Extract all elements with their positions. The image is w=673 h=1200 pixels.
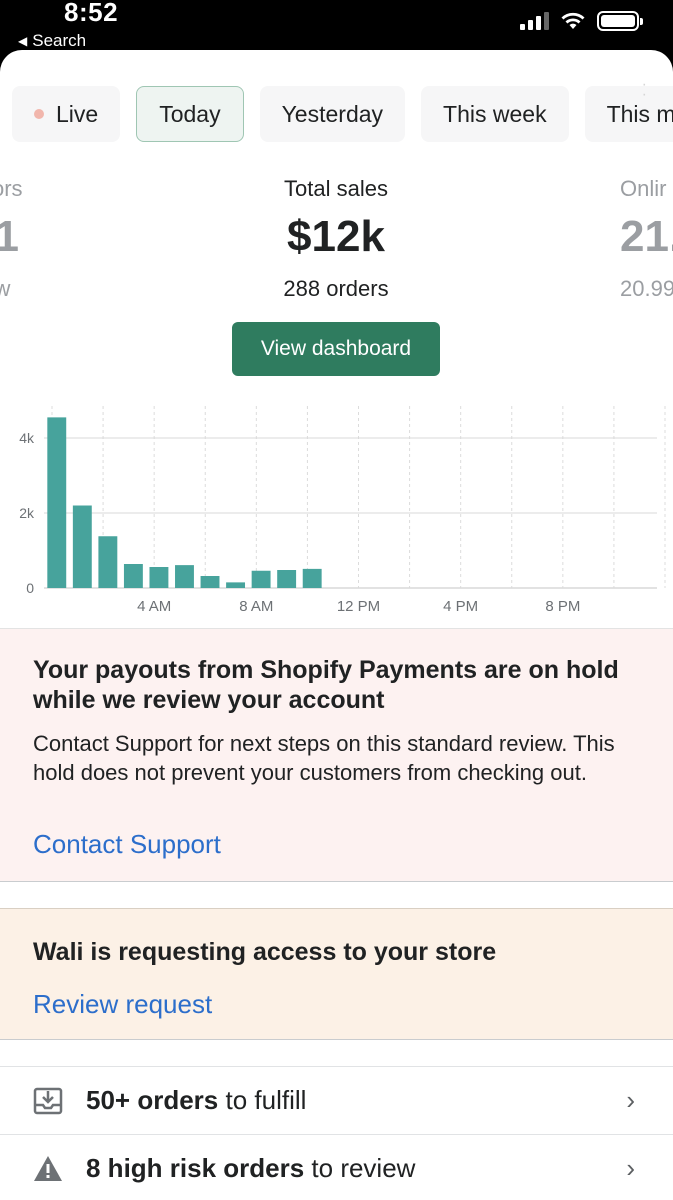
sales-chart: 0 2k 4k 4 AM 8 AM 12 PM 4 PM 8 PM [19, 406, 666, 615]
list-item[interactable]: 8 high risk orders to review › [0, 1135, 673, 1200]
x-tick-label: 4 AM [137, 598, 171, 615]
chart-bar [251, 570, 271, 588]
metric-sub: now [0, 276, 11, 301]
banner-body: Contact Support for next steps on this s… [33, 731, 615, 785]
chart-bar [149, 567, 169, 588]
back-app-label: Search [32, 31, 87, 50]
chart-bar [277, 570, 297, 588]
fulfill-icon [33, 1087, 63, 1115]
review-request-link[interactable]: Review request [33, 989, 212, 1020]
metric-label: Total sales [284, 176, 388, 201]
access-request-banner: Wali is requesting access to your store … [0, 908, 673, 1040]
cellular-signal-icon [520, 12, 549, 30]
tab-today[interactable]: Today [136, 86, 244, 142]
tab-yesterday[interactable]: Yesterday [259, 86, 406, 142]
chart-bar [123, 564, 143, 588]
tab-live[interactable]: Live [12, 86, 121, 142]
metric-value: 21. [620, 212, 673, 261]
metric-value: 81 [0, 212, 19, 261]
status-bar: 8:52 ◀ Search [0, 0, 673, 52]
view-dashboard-button[interactable]: View dashboard [232, 322, 440, 376]
scroll-hint-icon: · · [641, 76, 647, 103]
metric-online[interactable]: Onlir 21. 20.99 [620, 176, 673, 302]
list-item[interactable]: 50+ orders to fulfill › [0, 1067, 673, 1135]
back-to-app-button[interactable]: ◀ Search [18, 31, 86, 51]
y-tick-label: 0 [26, 580, 34, 596]
banner-title: Wali is requesting access to your store [33, 938, 497, 966]
battery-icon [597, 11, 643, 31]
status-icons [520, 11, 643, 31]
tab-label: Today [159, 100, 221, 127]
chevron-right-icon: › [626, 1085, 635, 1115]
date-range-tabs: Live Today Yesterday This week This m [12, 86, 673, 142]
tab-this-week[interactable]: This week [421, 86, 569, 142]
task-text: 50+ orders to fulfill [86, 1085, 307, 1115]
metric-value: $12k [287, 212, 385, 261]
metric-label: Onlir [620, 176, 667, 201]
chart-bar [302, 568, 322, 588]
tab-label: Yesterday [281, 100, 384, 127]
metric-sub: 20.99 [620, 276, 673, 301]
payouts-hold-banner: Your payouts from Shopify Payments are o… [0, 628, 673, 882]
x-tick-label: 12 PM [337, 598, 380, 615]
chart-bar [226, 582, 246, 588]
chart-bar [47, 417, 67, 588]
y-tick-label: 4k [19, 430, 35, 446]
tab-this-month[interactable]: This m [584, 86, 673, 142]
tab-label: This week [443, 100, 547, 127]
clock: 8:52 [64, 0, 119, 27]
warning-icon [34, 1156, 62, 1181]
chart-bar [200, 576, 220, 588]
metric-visitors[interactable]: sitors 81 now [0, 176, 90, 302]
x-tick-label: 8 AM [239, 598, 273, 615]
metric-label: sitors [0, 176, 23, 201]
home-sheet: Live Today Yesterday This week This m · ·… [0, 50, 673, 1200]
metrics-carousel[interactable]: sitors 81 now Total sales $12k 288 order… [0, 176, 673, 306]
metric-total-sales[interactable]: Total sales $12k 288 orders [236, 176, 436, 302]
tab-label: This m [606, 100, 673, 127]
wifi-icon [561, 12, 585, 29]
tab-label: Live [56, 100, 99, 127]
back-triangle-icon: ◀ [18, 34, 28, 48]
x-tick-label: 4 PM [443, 598, 478, 615]
task-text: 8 high risk orders to review [86, 1153, 416, 1183]
live-dot-icon [34, 109, 44, 119]
metric-sub: 288 orders [283, 276, 389, 301]
contact-support-link[interactable]: Contact Support [33, 829, 221, 860]
chart-bar [175, 565, 194, 588]
banner-title: Your payouts from Shopify Payments are o… [33, 656, 619, 714]
chart-bar [98, 536, 118, 588]
x-tick-label: 8 PM [545, 598, 580, 615]
chevron-right-icon: › [626, 1153, 635, 1183]
chart-bar [72, 505, 92, 588]
task-list: 50+ orders to fulfill › 8 high risk orde… [0, 1066, 673, 1200]
y-tick-label: 2k [19, 505, 35, 521]
